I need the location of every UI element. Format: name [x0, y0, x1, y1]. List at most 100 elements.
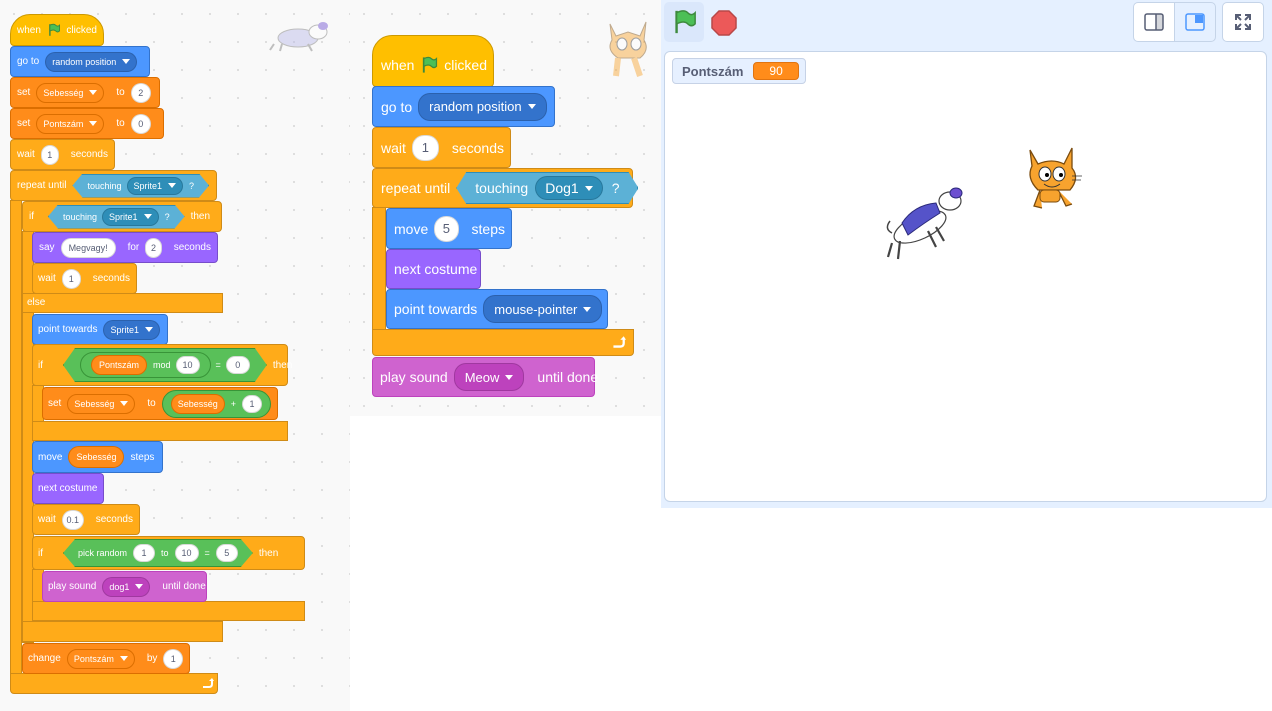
if-foot — [32, 421, 288, 441]
pontszam-reporter[interactable]: Pontszám — [91, 355, 147, 375]
point-towards-dropdown[interactable]: mouse-pointer — [483, 295, 603, 323]
sebesseg-reporter[interactable]: Sebesség — [170, 393, 225, 414]
repeat-until-block[interactable]: repeat until touching Dog1 ? — [372, 168, 633, 208]
small-stage-button[interactable] — [1133, 2, 1175, 42]
fullscreen-icon — [1235, 14, 1251, 30]
play-sound-block[interactable]: play sound Meow until done — [372, 357, 598, 397]
touching-dropdown[interactable]: Sprite1 — [127, 177, 184, 195]
wait-block[interactable]: wait 1 seconds — [372, 127, 511, 168]
stop-icon — [711, 10, 737, 36]
set-sebesseg-block[interactable]: set Sebesség to Sebesség + 1 — [42, 387, 278, 420]
value-input[interactable]: 1 — [411, 134, 439, 161]
green-flag-button[interactable] — [664, 2, 704, 42]
go-to-dropdown[interactable]: random position — [418, 92, 547, 121]
chevron-down-icon — [89, 90, 98, 95]
move-block[interactable]: move 5 steps — [386, 208, 512, 249]
sound-dropdown[interactable]: dog1 — [102, 576, 151, 597]
equals-operator[interactable]: Pontszám mod 10 = 0 — [63, 348, 267, 382]
wait-block[interactable]: wait 0.1 seconds — [32, 504, 140, 535]
loop-arrow-icon — [613, 336, 626, 348]
chevron-down-icon — [145, 327, 154, 332]
monitor-label: Pontszám — [682, 63, 744, 79]
value-input[interactable]: 2 — [130, 82, 151, 103]
value-input[interactable]: 1 — [61, 268, 81, 289]
repeat-until-arm — [372, 207, 386, 347]
value-input[interactable]: 0 — [226, 356, 250, 374]
chevron-down-icon — [583, 306, 592, 312]
variable-monitor[interactable]: Pontszám 90 — [672, 58, 806, 84]
move-block[interactable]: move Sebesség steps — [32, 441, 163, 473]
cat-sprite[interactable] — [1022, 146, 1084, 216]
point-towards-block[interactable]: point towards mouse-pointer — [386, 289, 608, 329]
value-input[interactable]: 1 — [163, 648, 183, 669]
green-flag-icon — [423, 56, 438, 73]
play-sound-block[interactable]: play sound dog1 until done — [42, 571, 207, 602]
repeat-until-foot — [10, 673, 218, 694]
touching-condition[interactable]: touching Dog1 ? — [456, 172, 638, 204]
chevron-down-icon — [585, 186, 593, 191]
if-block[interactable]: if Pontszám mod 10 = 0 then — [32, 344, 292, 386]
if-foot — [32, 601, 305, 621]
sebesseg-reporter[interactable]: Sebesség — [68, 446, 125, 468]
add-operator[interactable]: Sebesség + 1 — [161, 389, 272, 418]
equals-operator[interactable]: pick random 1 to 10 = 5 — [63, 539, 253, 567]
value-input[interactable]: 0 — [130, 113, 151, 134]
touching-dropdown[interactable]: Sprite1 — [102, 208, 159, 226]
value-input[interactable]: 1 — [133, 544, 155, 562]
wait-block[interactable]: wait 1 seconds — [32, 263, 137, 294]
variable-dropdown[interactable]: Sebesség — [67, 393, 136, 414]
normal-stage-button[interactable] — [1174, 2, 1216, 42]
fullscreen-button[interactable] — [1222, 2, 1264, 42]
chevron-down-icon — [527, 104, 536, 109]
else-bar — [22, 293, 223, 313]
message-input[interactable]: Megvagy! — [60, 237, 116, 258]
cat-sprite-thumbnail — [609, 21, 647, 77]
point-towards-block[interactable]: point towards Sprite1 — [32, 314, 168, 345]
when-flag-clicked-block[interactable]: when clicked — [10, 14, 104, 46]
value-input[interactable]: 1 — [40, 144, 59, 165]
stop-button[interactable] — [708, 7, 740, 39]
repeat-until-block[interactable]: repeat until touching Sprite1 ? — [10, 170, 217, 201]
else-label: else — [27, 297, 46, 308]
repeat-until-arm — [10, 200, 22, 676]
chevron-down-icon — [89, 121, 98, 126]
change-block[interactable]: change Pontszám by 1 — [22, 643, 190, 674]
dog-sprite[interactable] — [884, 183, 966, 263]
chevron-down-icon — [505, 374, 514, 380]
normal-stage-icon — [1185, 13, 1205, 31]
touching-condition[interactable]: touching Sprite1 ? — [48, 205, 185, 229]
loop-arrow-icon — [203, 678, 214, 688]
touching-dropdown[interactable]: Dog1 — [535, 176, 602, 200]
mod-operator[interactable]: Pontszám mod 10 — [80, 352, 211, 378]
next-costume-block[interactable]: next costume — [32, 473, 104, 504]
variable-dropdown[interactable]: Pontszám — [36, 113, 105, 134]
set-sebesseg-block[interactable]: set Sebesség to 2 — [10, 77, 160, 108]
if-else-foot — [22, 621, 223, 642]
value-input[interactable]: 5 — [434, 215, 459, 242]
green-flag-icon — [675, 10, 696, 34]
value-input[interactable]: 10 — [175, 544, 199, 562]
value-input[interactable]: 5 — [216, 544, 238, 562]
variable-dropdown[interactable]: Pontszám — [66, 648, 135, 669]
set-pontszam-block[interactable]: set Pontszám to 0 — [10, 108, 164, 139]
go-to-block[interactable]: go to random position — [372, 86, 555, 127]
point-towards-dropdown[interactable]: Sprite1 — [103, 319, 161, 340]
stage-canvas[interactable] — [664, 51, 1267, 502]
go-to-dropdown[interactable]: random position — [45, 51, 138, 72]
value-input[interactable]: 1 — [242, 394, 263, 413]
value-input[interactable]: 0.1 — [61, 509, 84, 530]
when-flag-clicked-block[interactable]: when clicked — [372, 35, 494, 87]
value-input[interactable]: 10 — [176, 356, 200, 374]
variable-dropdown[interactable]: Sebesség — [36, 82, 105, 103]
if-else-block[interactable]: if touching Sprite1 ? then — [22, 201, 222, 232]
if-block[interactable]: if pick random 1 to 10 = 5 then — [32, 536, 305, 570]
go-to-block[interactable]: go to random position — [10, 46, 150, 77]
value-input[interactable]: 2 — [145, 237, 162, 258]
chevron-down-icon — [144, 214, 152, 219]
next-costume-block[interactable]: next costume — [386, 249, 481, 289]
touching-condition[interactable]: touching Sprite1 ? — [72, 174, 209, 198]
chevron-down-icon — [135, 584, 144, 589]
sound-dropdown[interactable]: Meow — [453, 363, 525, 391]
wait-block[interactable]: wait 1 seconds — [10, 139, 115, 170]
say-block[interactable]: say Megvagy! for 2 seconds — [32, 232, 218, 263]
